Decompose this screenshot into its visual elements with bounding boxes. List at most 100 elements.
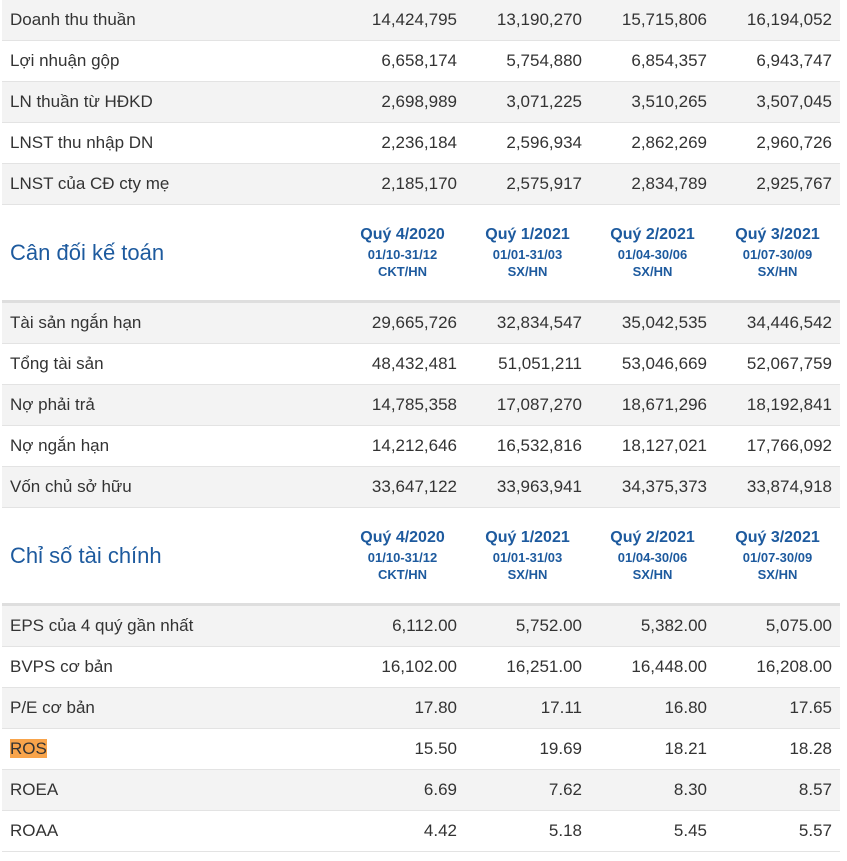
cell-value: 29,665,726 <box>340 301 465 344</box>
cell-value: 5.18 <box>465 810 590 852</box>
quarter-type: SX/HN <box>757 264 798 280</box>
cell-value: 34,446,542 <box>715 301 840 344</box>
cell-value: 18,127,021 <box>590 425 715 467</box>
quarter-header: Quý 1/2021 01/01-31/03 SX/HN <box>465 204 590 303</box>
table-row: ROEA 6.69 7.62 8.30 8.57 <box>2 769 840 811</box>
quarter-name: Quý 1/2021 <box>485 529 570 547</box>
cell-value: 16,102.00 <box>340 646 465 688</box>
cell-value: 2,960,726 <box>715 122 840 164</box>
table-row: Nợ phải trả 14,785,358 17,087,270 18,671… <box>2 384 840 426</box>
cell-value: 32,834,547 <box>465 301 590 344</box>
quarter-range: 01/01-31/03 <box>492 246 563 262</box>
cell-value: 6,854,357 <box>590 40 715 82</box>
row-label: Nợ ngắn hạn <box>2 425 340 467</box>
quarter-range: 01/01-31/03 <box>492 549 563 565</box>
quarter-name: Quý 1/2021 <box>485 226 570 244</box>
quarter-range: 01/10-31/12 <box>367 549 438 565</box>
row-label: Nợ phải trả <box>2 384 340 426</box>
quarter-type: SX/HN <box>757 567 798 583</box>
cell-value: 16.80 <box>590 687 715 729</box>
quarter-name: Quý 3/2021 <box>735 529 820 547</box>
cell-value: 52,067,759 <box>715 343 840 385</box>
table-row: Tổng tài sản 48,432,481 51,051,211 53,04… <box>2 343 840 385</box>
quarter-type: CKT/HN <box>377 567 428 583</box>
cell-value: 33,874,918 <box>715 466 840 508</box>
row-label: ROAA <box>2 810 340 852</box>
cell-value: 2,698,989 <box>340 81 465 123</box>
cell-value: 51,051,211 <box>465 343 590 385</box>
table-row: Lợi nhuận gộp 6,658,174 5,754,880 6,854,… <box>2 40 840 82</box>
cell-value: 2,185,170 <box>340 163 465 205</box>
row-label-cell: ROS <box>2 728 340 770</box>
quarter-type: SX/HN <box>507 264 548 280</box>
row-label: BVPS cơ bản <box>2 646 340 688</box>
cell-value: 15,715,806 <box>590 0 715 41</box>
cell-value: 8.30 <box>590 769 715 811</box>
cell-value: 16,208.00 <box>715 646 840 688</box>
cell-value: 4.42 <box>340 810 465 852</box>
quarter-type: SX/HN <box>632 567 673 583</box>
quarter-type: SX/HN <box>507 567 548 583</box>
cell-value: 6,112.00 <box>340 604 465 647</box>
table-row: Nợ ngắn hạn 14,212,646 16,532,816 18,127… <box>2 425 840 467</box>
cell-value: 17,766,092 <box>715 425 840 467</box>
cell-value: 33,647,122 <box>340 466 465 508</box>
cell-value: 17.11 <box>465 687 590 729</box>
quarter-type: SX/HN <box>632 264 673 280</box>
cell-value: 17.65 <box>715 687 840 729</box>
cell-value: 15.50 <box>340 728 465 770</box>
quarter-header: Quý 4/2020 01/10-31/12 CKT/HN <box>340 204 465 303</box>
income-rows: Doanh thu thuần 14,424,795 13,190,270 15… <box>2 0 840 205</box>
cell-value: 14,424,795 <box>340 0 465 41</box>
financial-summary: Doanh thu thuần 14,424,795 13,190,270 15… <box>2 0 840 852</box>
cell-value: 5.45 <box>590 810 715 852</box>
cell-value: 16,532,816 <box>465 425 590 467</box>
row-label: ROEA <box>2 769 340 811</box>
cell-value: 14,212,646 <box>340 425 465 467</box>
cell-value: 18.28 <box>715 728 840 770</box>
cell-value: 8.57 <box>715 769 840 811</box>
quarter-header: Quý 1/2021 01/01-31/03 SX/HN <box>465 507 590 606</box>
table-row: Vốn chủ sở hữu 33,647,122 33,963,941 34,… <box>2 466 840 508</box>
cell-value: 2,596,934 <box>465 122 590 164</box>
cell-value: 2,925,767 <box>715 163 840 205</box>
cell-value: 3,071,225 <box>465 81 590 123</box>
cell-value: 3,507,045 <box>715 81 840 123</box>
quarter-name: Quý 4/2020 <box>360 529 445 547</box>
table-row: ROAA 4.42 5.18 5.45 5.57 <box>2 810 840 852</box>
cell-value: 48,432,481 <box>340 343 465 385</box>
row-label: Lợi nhuận gộp <box>2 40 340 82</box>
section-header: Cân đối kế toán Quý 4/2020 01/10-31/12 C… <box>2 204 840 303</box>
cell-value: 35,042,535 <box>590 301 715 344</box>
table-row: P/E cơ bản 17.80 17.11 16.80 17.65 <box>2 687 840 729</box>
section-header: Chỉ số tài chính Quý 4/2020 01/10-31/12 … <box>2 507 840 606</box>
quarter-range: 01/04-30/06 <box>617 549 688 565</box>
row-label: EPS của 4 quý gần nhất <box>2 604 340 647</box>
table-row: ROS 15.50 19.69 18.21 18.28 <box>2 728 840 770</box>
quarter-header: Quý 3/2021 01/07-30/09 SX/HN <box>715 204 840 303</box>
cell-value: 17.80 <box>340 687 465 729</box>
cell-value: 16,448.00 <box>590 646 715 688</box>
table-row: BVPS cơ bản 16,102.00 16,251.00 16,448.0… <box>2 646 840 688</box>
cell-value: 18,192,841 <box>715 384 840 426</box>
financial-table: Doanh thu thuần 14,424,795 13,190,270 15… <box>2 0 840 852</box>
highlighted-label: ROS <box>10 739 47 758</box>
cell-value: 5,754,880 <box>465 40 590 82</box>
row-label: LNST thu nhập DN <box>2 122 340 164</box>
quarter-header: Quý 2/2021 01/04-30/06 SX/HN <box>590 204 715 303</box>
quarter-range: 01/10-31/12 <box>367 246 438 262</box>
row-label: Doanh thu thuần <box>2 0 340 41</box>
row-label: LNST của CĐ cty mẹ <box>2 163 340 205</box>
quarter-header: Quý 2/2021 01/04-30/06 SX/HN <box>590 507 715 606</box>
cell-value: 5.57 <box>715 810 840 852</box>
quarter-range: 01/07-30/09 <box>742 549 813 565</box>
row-label: P/E cơ bản <box>2 687 340 729</box>
quarter-range: 01/04-30/06 <box>617 246 688 262</box>
cell-value: 14,785,358 <box>340 384 465 426</box>
table-row: LNST thu nhập DN 2,236,184 2,596,934 2,8… <box>2 122 840 164</box>
cell-value: 3,510,265 <box>590 81 715 123</box>
cell-value: 18,671,296 <box>590 384 715 426</box>
quarter-header: Quý 3/2021 01/07-30/09 SX/HN <box>715 507 840 606</box>
cell-value: 6.69 <box>340 769 465 811</box>
cell-value: 6,943,747 <box>715 40 840 82</box>
